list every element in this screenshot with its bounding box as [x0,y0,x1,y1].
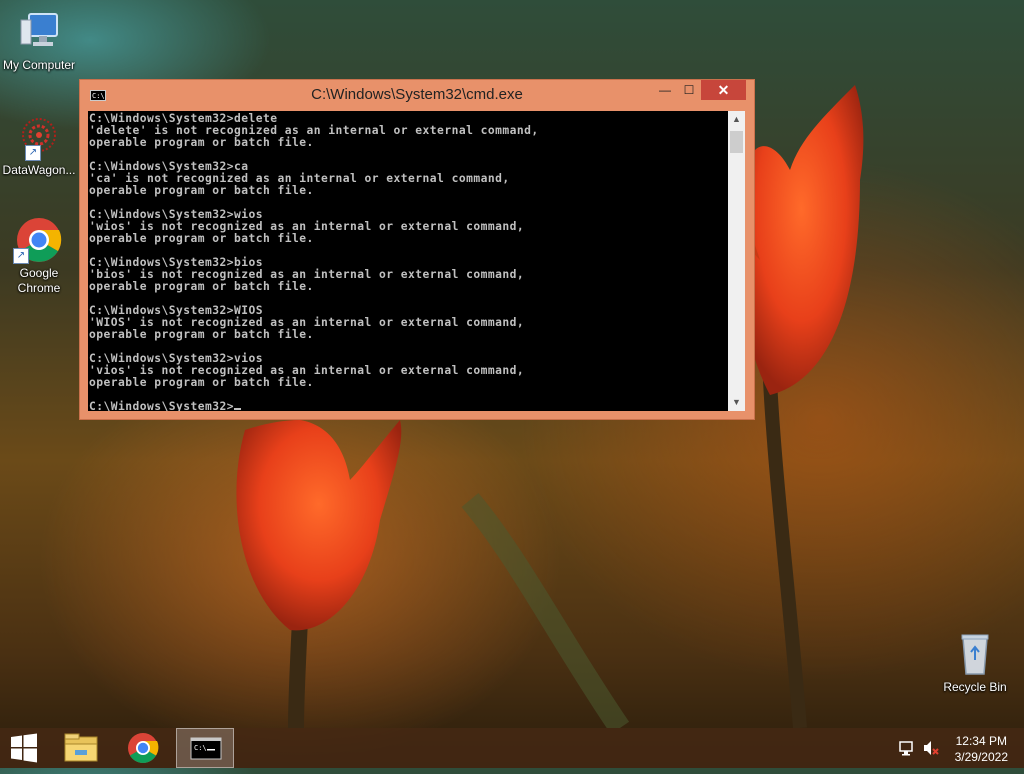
computer-icon [15,8,63,56]
recycle-bin-icon [951,630,999,678]
chrome-icon [128,733,159,764]
console-prompt: C:\Windows\System32> [89,400,235,412]
network-icon[interactable] [899,741,913,756]
scroll-thumb[interactable] [730,131,743,153]
taskbar-clock[interactable]: 12:34 PM 3/29/2022 [955,733,1008,765]
windows-logo-icon [11,733,37,763]
shortcut-arrow-icon: ↗ [25,145,41,161]
system-tray [894,728,944,768]
desktop-icon-google-chrome[interactable]: ↗ Google Chrome [1,216,77,296]
maximize-button[interactable]: ☐ [676,80,702,100]
desktop-icon-label: Google Chrome [17,266,61,295]
taskbar-file-explorer[interactable] [52,728,110,768]
desktop-icon-label: My Computer [2,58,76,72]
taskbar-chrome[interactable] [114,728,172,768]
volume-muted-icon[interactable] [924,741,939,755]
chrome-icon: ↗ [13,216,63,264]
start-button[interactable] [0,728,48,768]
svg-text:C:\: C:\ [194,744,207,752]
window-titlebar[interactable]: C:\ C:\Windows\System32\cmd.exe — ☐ ✕ [80,80,754,110]
vertical-scrollbar[interactable]: ▲ ▼ [728,111,745,411]
text-cursor [234,408,242,410]
console-output[interactable]: C:\Windows\System32>delete 'delete' is n… [88,111,728,411]
desktop-icon-datawagon[interactable]: ↗ DataWagon... [1,113,77,178]
desktop-icon-recycle-bin[interactable]: Recycle Bin [937,630,1013,695]
taskbar: C:\ 12:34 PM 3/29/2022 [0,728,1024,768]
console-text: C:\Windows\System32>delete 'delete' is n… [89,112,539,389]
minimize-button[interactable]: — [652,80,678,100]
desktop-icon-label: DataWagon... [2,163,76,177]
cmd-window[interactable]: C:\ C:\Windows\System32\cmd.exe — ☐ ✕ C:… [79,79,755,420]
desktop-icon-label: Recycle Bin [943,680,1007,694]
desktop-icon-my-computer[interactable]: My Computer [1,8,77,73]
scroll-down-arrow-icon[interactable]: ▼ [728,394,745,411]
clock-time: 12:34 PM [955,734,1007,748]
close-button[interactable]: ✕ [701,80,746,100]
taskbar-cmd[interactable]: C:\ [176,728,234,768]
file-explorer-icon [64,733,98,762]
datawagon-icon: ↗ [15,113,63,161]
shortcut-arrow-icon: ↗ [13,248,29,264]
cmd-icon: C:\ [190,737,222,760]
scroll-up-arrow-icon[interactable]: ▲ [728,111,745,128]
clock-date: 3/29/2022 [954,750,1008,764]
